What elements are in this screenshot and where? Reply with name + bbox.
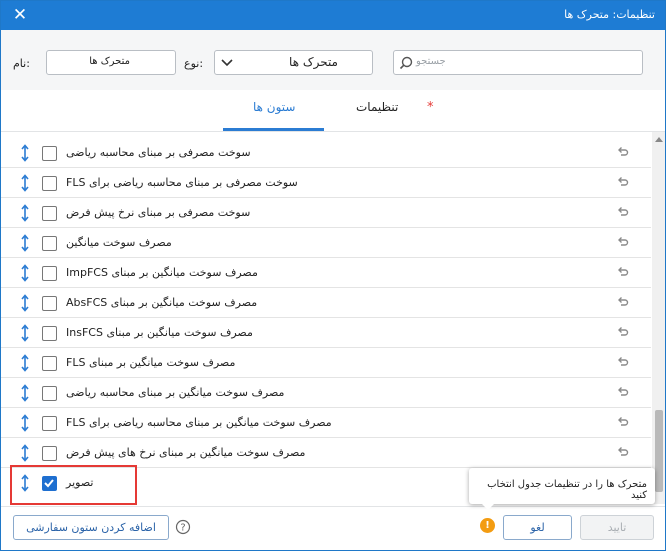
column-label: FLS سوخت مصرفی بر مبنای محاسبه ریاضی برا… [66, 176, 298, 189]
name-field[interactable]: متحرک ها [46, 50, 176, 75]
divider [1, 506, 665, 507]
column-label: FLS مصرف سوخت میانگین بر مبنای محاسبه ری… [66, 416, 332, 429]
checkbox[interactable] [42, 236, 57, 251]
help-icon[interactable]: ? [175, 519, 191, 535]
list-item[interactable]: FLS مصرف سوخت میانگین بر مبنای محاسبه ری… [1, 408, 651, 438]
checkbox[interactable] [42, 356, 57, 371]
name-field-value: متحرک ها [89, 56, 130, 67]
list-item[interactable]: InsFCS مصرف سوخت میانگین بر مبنای [1, 318, 651, 348]
reset-icon[interactable] [615, 325, 629, 339]
list-item[interactable]: AbsFCS مصرف سوخت میانگین بر مبنای [1, 288, 651, 318]
column-label: FLS مصرف سوخت میانگین بر مبنای [66, 356, 236, 369]
list-item[interactable]: FLS سوخت مصرفی بر مبنای محاسبه ریاضی برا… [1, 168, 651, 198]
drag-handle-icon[interactable] [19, 263, 31, 283]
drag-handle-icon[interactable] [19, 203, 31, 223]
checkbox[interactable] [42, 176, 57, 191]
scrollbar-thumb[interactable] [655, 410, 663, 492]
reset-icon[interactable] [615, 415, 629, 429]
drag-handle-icon[interactable] [19, 233, 31, 253]
title-bar: تنظیمات: متحرک ها ✕ [1, 1, 665, 30]
tab-settings[interactable]: تنظیمات [356, 100, 398, 114]
column-label: AbsFCS مصرف سوخت میانگین بر مبنای [66, 296, 258, 309]
list-item[interactable]: مصرف سوخت میانگین بر مبنای نرخ های پیش ف… [1, 438, 651, 468]
ok-button[interactable]: تایید [580, 515, 654, 540]
column-label: مصرف سوخت میانگین بر مبنای محاسبه ریاضی [66, 386, 285, 399]
column-label: ImpFCS مصرف سوخت میانگین بر مبنای [66, 266, 258, 279]
search-placeholder: جستجو [416, 56, 446, 67]
reset-icon[interactable] [615, 385, 629, 399]
tooltip-text: متحرک ها را در تنظیمات جدول انتخاب کنید [487, 479, 647, 501]
type-select[interactable]: متحرک ها [214, 50, 373, 75]
checkbox[interactable] [42, 206, 57, 221]
chevron-down-icon [221, 59, 233, 67]
tab-columns[interactable]: ستون ها [253, 100, 296, 114]
drag-handle-icon[interactable] [19, 353, 31, 373]
drag-handle-icon[interactable] [19, 443, 31, 463]
scroll-up-icon[interactable] [655, 136, 663, 142]
settings-dialog: تنظیمات: متحرک ها ✕ جستجو نوع: متحرک ها … [0, 0, 666, 551]
list-item[interactable]: سوخت مصرفی بر مبنای محاسبه ریاضی [1, 138, 651, 168]
svg-text:?: ? [180, 523, 185, 534]
column-label: مصرف سوخت میانگین [66, 236, 172, 249]
reset-icon[interactable] [615, 145, 629, 159]
warning-icon: ! [480, 518, 495, 533]
scrollbar[interactable] [652, 132, 665, 504]
reset-icon[interactable] [615, 265, 629, 279]
checkbox[interactable] [42, 386, 57, 401]
reset-icon[interactable] [615, 235, 629, 249]
list-item[interactable]: مصرف سوخت میانگین بر مبنای محاسبه ریاضی [1, 378, 651, 408]
reset-icon[interactable] [615, 205, 629, 219]
search-input[interactable]: جستجو [393, 50, 643, 75]
required-marker: * [427, 100, 434, 115]
add-custom-column-button[interactable]: اضافه کردن ستون سفارشی [13, 515, 169, 540]
list-item[interactable]: FLS مصرف سوخت میانگین بر مبنای [1, 348, 651, 378]
type-label: نوع: [184, 57, 204, 70]
list-item[interactable]: مصرف سوخت میانگین [1, 228, 651, 258]
reset-icon[interactable] [615, 175, 629, 189]
column-label: سوخت مصرفی بر مبنای نرخ پیش فرض [66, 206, 251, 219]
drag-handle-icon[interactable] [19, 173, 31, 193]
window-title: تنظیمات: متحرک ها [564, 8, 655, 21]
column-label: مصرف سوخت میانگین بر مبنای نرخ های پیش ف… [66, 446, 306, 459]
column-list: سوخت مصرفی بر مبنای محاسبه ریاضی FLS سوخت… [1, 132, 651, 502]
reset-icon[interactable] [615, 295, 629, 309]
checkbox[interactable] [42, 266, 57, 281]
cancel-button[interactable]: لغو [503, 515, 572, 540]
name-label: نام: [13, 57, 30, 70]
list-item[interactable]: سوخت مصرفی بر مبنای نرخ پیش فرض [1, 198, 651, 228]
column-label: InsFCS مصرف سوخت میانگین بر مبنای [66, 326, 253, 339]
tooltip-arrow [482, 504, 494, 510]
type-select-value: متحرک ها [289, 55, 338, 69]
drag-handle-icon[interactable] [19, 323, 31, 343]
reset-icon[interactable] [615, 445, 629, 459]
drag-handle-icon[interactable] [19, 143, 31, 163]
search-icon [399, 56, 413, 70]
checkbox[interactable] [42, 296, 57, 311]
highlight-box [10, 465, 137, 505]
checkbox[interactable] [42, 446, 57, 461]
checkbox[interactable] [42, 326, 57, 341]
reset-icon[interactable] [615, 355, 629, 369]
list-item[interactable]: ImpFCS مصرف سوخت میانگین بر مبنای [1, 258, 651, 288]
column-label: سوخت مصرفی بر مبنای محاسبه ریاضی [66, 146, 251, 159]
drag-handle-icon[interactable] [19, 413, 31, 433]
close-icon[interactable]: ✕ [11, 6, 29, 24]
tooltip: متحرک ها را در تنظیمات جدول انتخاب کنید [469, 468, 655, 510]
drag-handle-icon[interactable] [19, 383, 31, 403]
checkbox[interactable] [42, 146, 57, 161]
checkbox[interactable] [42, 416, 57, 431]
drag-handle-icon[interactable] [19, 293, 31, 313]
